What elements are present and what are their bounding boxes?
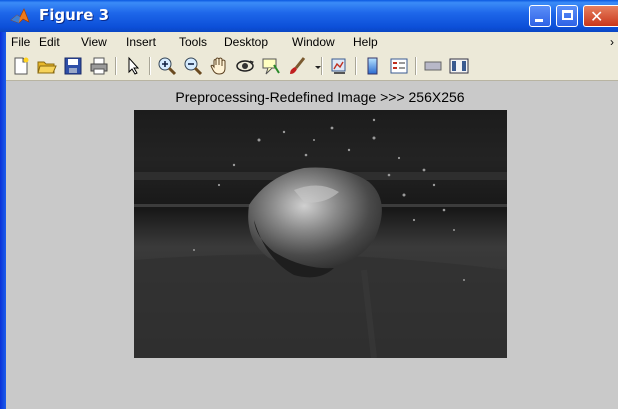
hide-plot-tools-icon[interactable] — [422, 55, 444, 77]
window-title: Figure 3 — [39, 6, 110, 24]
rotate-3d-icon[interactable] — [234, 55, 256, 77]
figure-toolbar — [6, 52, 618, 81]
figure-image — [134, 110, 507, 358]
data-cursor-icon[interactable] — [260, 55, 282, 77]
menu-tools[interactable]: Tools — [179, 35, 207, 49]
save-icon[interactable] — [62, 55, 84, 77]
open-file-icon[interactable] — [36, 55, 58, 77]
toolbar-separator — [321, 57, 323, 75]
show-plot-tools-icon[interactable] — [448, 55, 470, 77]
menu-insert[interactable]: Insert — [126, 35, 156, 49]
toolbar-separator — [149, 57, 151, 75]
menu-help[interactable]: Help — [353, 35, 378, 49]
menu-view[interactable]: View — [81, 35, 107, 49]
zoom-in-icon[interactable] — [156, 55, 178, 77]
maximize-button[interactable] — [556, 5, 578, 27]
close-button[interactable]: ✕ — [583, 5, 618, 27]
plot-title: Preprocessing-Redefined Image >>> 256X25… — [175, 89, 465, 105]
colorbar-icon[interactable] — [362, 55, 384, 77]
new-figure-icon[interactable] — [10, 55, 32, 77]
minimize-button[interactable] — [529, 5, 551, 27]
menu-bar: File Edit View Insert Tools Desktop Wind… — [6, 32, 618, 52]
pan-hand-icon[interactable] — [208, 55, 230, 77]
title-bar[interactable]: Figure 3 ✕ — [0, 0, 618, 32]
toolbar-separator — [415, 57, 417, 75]
brush-icon[interactable] — [286, 55, 308, 77]
toolbar-separator — [355, 57, 357, 75]
menu-edit[interactable]: Edit — [39, 35, 60, 49]
toolbar-separator — [115, 57, 117, 75]
figure-window: Figure 3 ✕ File Edit View Insert Tools D… — [0, 0, 618, 409]
close-icon: ✕ — [590, 7, 604, 26]
pointer-arrow-icon[interactable] — [122, 55, 144, 77]
menu-overflow-icon[interactable]: › — [610, 35, 614, 49]
menu-file[interactable]: File — [11, 35, 30, 49]
matlab-logo-icon — [10, 8, 30, 24]
print-icon[interactable] — [88, 55, 110, 77]
zoom-out-icon[interactable] — [182, 55, 204, 77]
menu-window[interactable]: Window — [292, 35, 335, 49]
link-plot-icon[interactable] — [328, 55, 350, 77]
legend-icon[interactable] — [388, 55, 410, 77]
dropdown-arrow-icon[interactable] — [307, 55, 321, 77]
menu-desktop[interactable]: Desktop — [224, 35, 268, 49]
